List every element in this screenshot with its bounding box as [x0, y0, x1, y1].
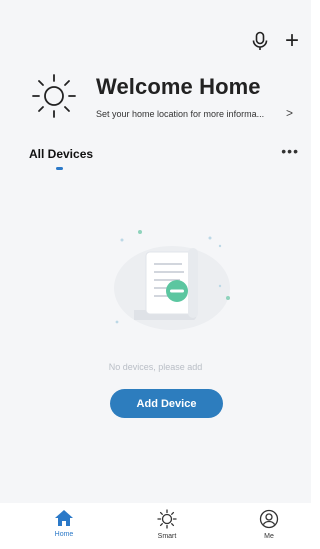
tab-all-devices[interactable]: All Devices: [29, 147, 93, 161]
nav-item-me[interactable]: Me: [239, 509, 299, 549]
nav-label-smart: Smart: [157, 533, 177, 540]
empty-list-illustration: [114, 230, 230, 330]
bottom-navigation: Home Smart Me: [0, 503, 311, 549]
more-options-icon[interactable]: •••: [281, 143, 299, 159]
tab-active-indicator: [56, 167, 63, 170]
home-icon: [55, 510, 73, 526]
home-location-prompt[interactable]: Set your home location for more informa.…: [96, 109, 264, 119]
nav-label-me: Me: [264, 533, 274, 540]
welcome-section[interactable]: Welcome Home Set your home location for …: [28, 66, 297, 126]
nav-item-home[interactable]: Home: [34, 509, 94, 549]
welcome-title: Welcome Home: [96, 74, 261, 99]
empty-state-message: No devices, please add: [108, 362, 203, 372]
sun-icon: [32, 74, 76, 118]
profile-icon: [259, 509, 279, 529]
microphone-icon[interactable]: [247, 28, 273, 54]
top-bar: +: [0, 28, 311, 56]
nav-label-home: Home: [54, 531, 74, 538]
nav-item-smart[interactable]: Smart: [137, 509, 197, 549]
chevron-right-icon[interactable]: >: [286, 106, 293, 120]
device-tabs: All Devices •••: [0, 143, 311, 177]
plus-icon[interactable]: +: [279, 28, 305, 54]
add-device-button[interactable]: Add Device: [110, 389, 223, 418]
app-screen: + Welcome Home Set your home location fo…: [0, 0, 311, 549]
smart-sun-icon: [157, 509, 177, 529]
